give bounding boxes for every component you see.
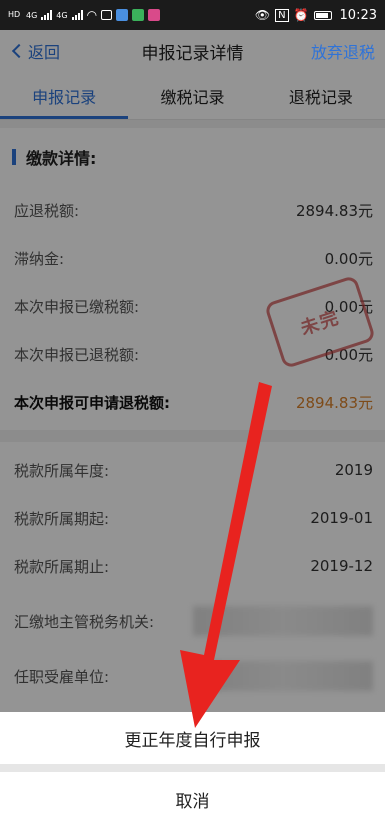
signal-label: 4G: [26, 10, 38, 20]
app-notification-icon: [116, 9, 129, 21]
camera-icon: [101, 10, 113, 20]
nfc-icon: N: [275, 8, 289, 22]
signal-icon-2: [71, 10, 83, 20]
sheet-divider: [0, 764, 385, 772]
alarm-icon: ⏰: [293, 8, 309, 22]
battery-icon: [313, 10, 332, 20]
hd-indicator: HD: [8, 10, 21, 19]
abandon-refund-button[interactable]: 放弃退税: [311, 39, 375, 63]
eye-icon: 👁: [254, 8, 271, 22]
app-notification-icon-3: [148, 9, 161, 21]
signal-label-2: 4G: [56, 10, 68, 20]
signal-icon: [41, 10, 53, 20]
wifi-icon: ◠: [86, 8, 98, 22]
cancel-button[interactable]: 取消: [0, 772, 385, 826]
app-notification-icon-2: [132, 9, 145, 21]
status-bar: HD 4G 4G ◠ 👁 N ⏰ 10:23: [0, 0, 385, 30]
clock: 10:23: [339, 7, 377, 23]
modal-overlay[interactable]: [0, 30, 385, 826]
action-sheet: 更正年度自行申报 取消: [0, 712, 385, 826]
status-left: HD 4G 4G ◠: [8, 8, 161, 22]
correct-annual-declaration-button[interactable]: 更正年度自行申报: [0, 712, 385, 764]
status-right: 👁 N ⏰ 10:23: [255, 8, 377, 23]
